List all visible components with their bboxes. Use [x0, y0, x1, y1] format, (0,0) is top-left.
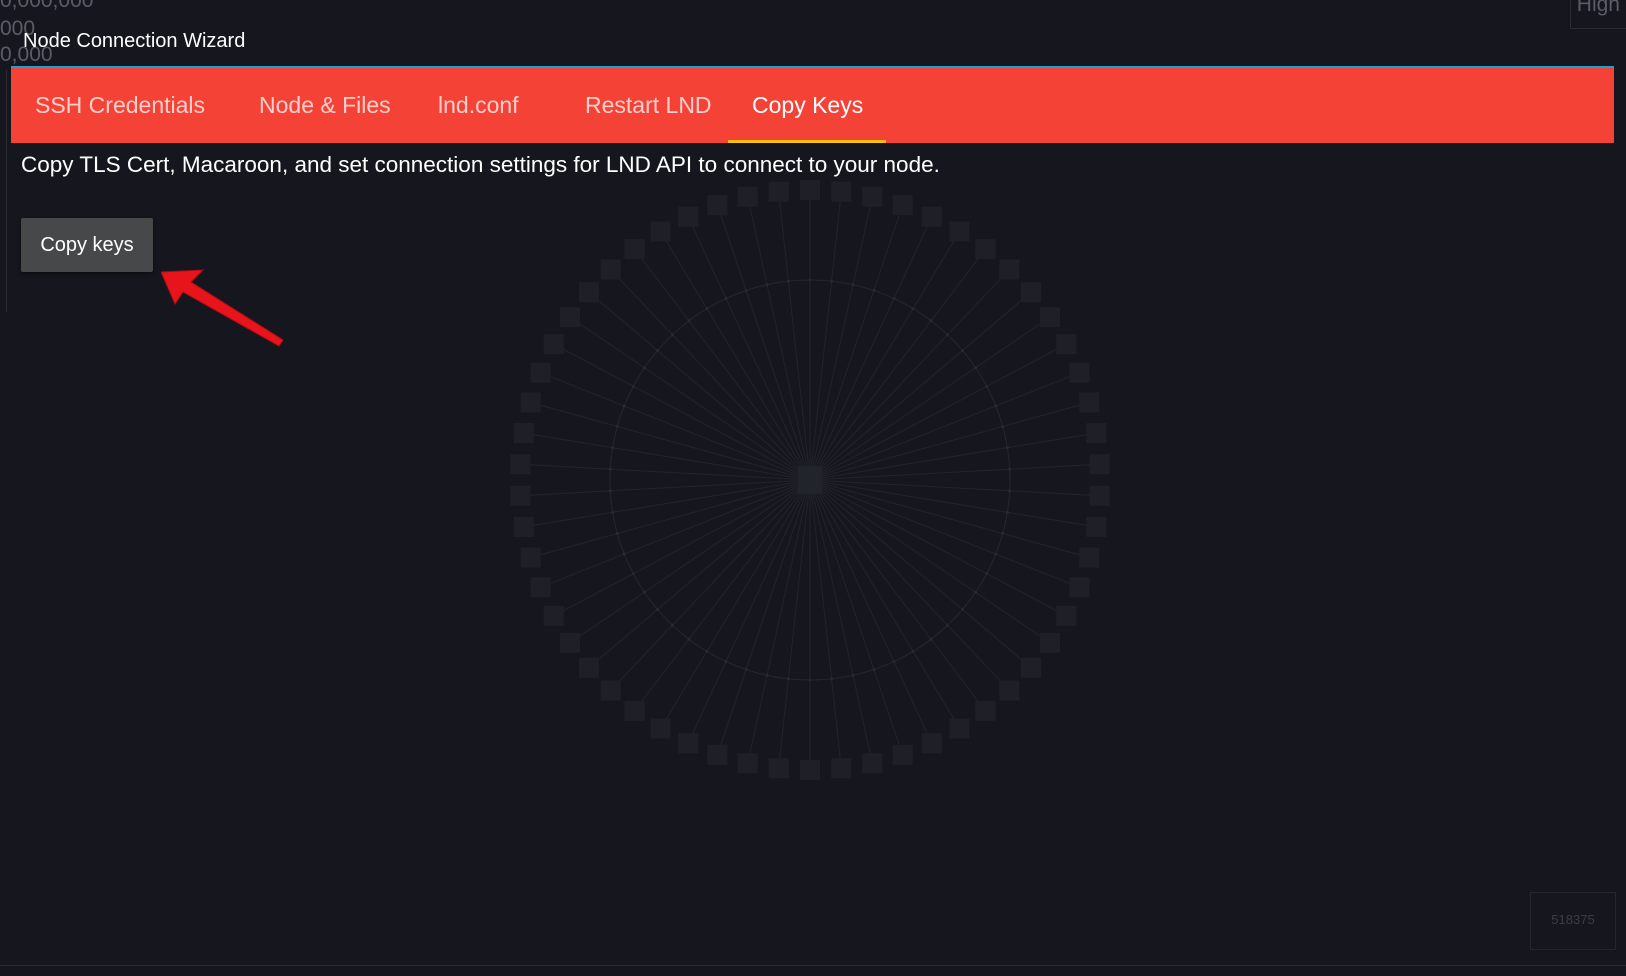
wizard-tab-bar: SSH Credentials Node & Files lnd.conf Re… [11, 66, 1614, 143]
tab-lnd-conf[interactable]: lnd.conf [414, 68, 543, 143]
tab-node-files[interactable]: Node & Files [235, 68, 415, 143]
tab-restart-lnd[interactable]: Restart LND [561, 68, 736, 143]
dialog-title: Node Connection Wizard [23, 30, 246, 52]
app-window: 0,000,000 000 0,000 High 518375 Node Con… [0, 0, 1626, 976]
copy-keys-button[interactable]: Copy keys [21, 218, 153, 272]
tab-copy-keys[interactable]: Copy Keys [728, 68, 886, 143]
node-connection-wizard-dialog: Node Connection Wizard SSH Credentials N… [11, 0, 1614, 976]
tab-ssh-credentials[interactable]: SSH Credentials [11, 68, 229, 143]
background-divider-left [0, 70, 7, 312]
red-arrow-icon [161, 269, 284, 347]
copy-keys-description: Copy TLS Cert, Macaroon, and set connect… [21, 152, 940, 177]
